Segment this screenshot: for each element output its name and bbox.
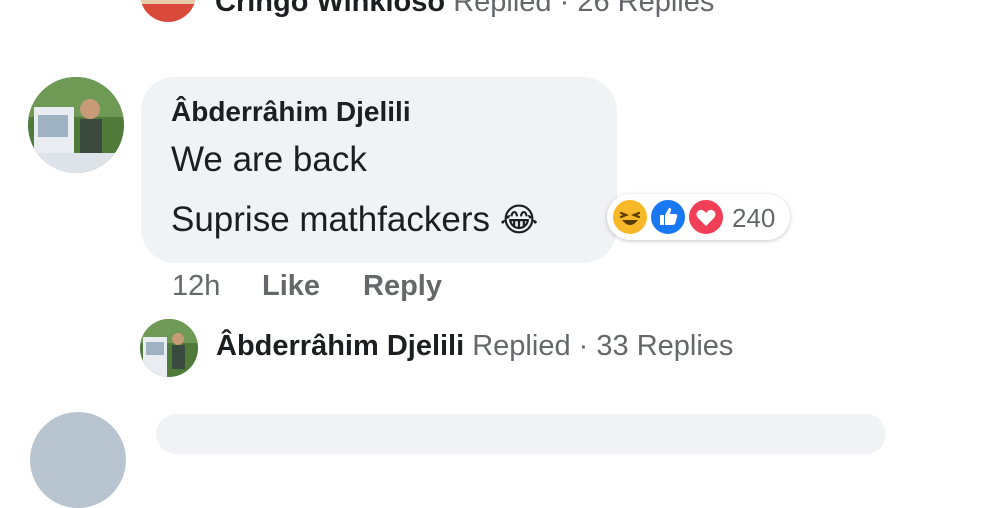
next-comment-avatar[interactable] bbox=[30, 412, 126, 508]
haha-icon bbox=[611, 198, 649, 236]
separator: · bbox=[559, 0, 570, 18]
comment-timestamp[interactable]: 12h bbox=[172, 270, 220, 303]
reaction-count: 240 bbox=[732, 203, 776, 233]
replied-label: Replied bbox=[453, 0, 552, 18]
comment-author-name[interactable]: Âbderrâhim Djelili bbox=[171, 96, 411, 128]
comment-avatar[interactable] bbox=[28, 77, 124, 173]
reply-count[interactable]: 33 Replies bbox=[596, 330, 733, 362]
reply-summary[interactable]: Âbderrâhim Djelili Replied · 33 Replies bbox=[216, 330, 733, 363]
comment-text-line-1: We are back bbox=[171, 140, 367, 179]
comment-text: Suprise mathfackers bbox=[171, 200, 491, 239]
like-button[interactable]: Like bbox=[262, 270, 320, 303]
next-comment-bubble bbox=[156, 414, 886, 454]
reply-button[interactable]: Reply bbox=[363, 270, 442, 303]
reply-avatar[interactable] bbox=[140, 319, 198, 377]
separator: · bbox=[578, 330, 589, 362]
avatar-image bbox=[28, 77, 124, 173]
reply-count[interactable]: 26 Replies bbox=[577, 0, 714, 18]
avatar[interactable] bbox=[140, 0, 196, 22]
reactions-summary[interactable]: 240 bbox=[607, 194, 790, 240]
avatar-image bbox=[140, 319, 198, 377]
reply-author-name[interactable]: Âbderrâhim Djelili bbox=[216, 330, 464, 362]
love-icon bbox=[687, 198, 725, 236]
comment-text-line-2: Suprise mathfackers 😂 bbox=[171, 200, 538, 240]
top-reply-summary[interactable]: Cringo Winkloso Replied · 26 Replies bbox=[215, 0, 714, 19]
avatar-image bbox=[140, 0, 196, 22]
replied-label: Replied bbox=[472, 330, 571, 362]
reply-author-name[interactable]: Cringo Winkloso bbox=[215, 0, 445, 18]
tears-of-joy-emoji: 😂 bbox=[499, 201, 539, 238]
like-icon bbox=[649, 198, 687, 236]
